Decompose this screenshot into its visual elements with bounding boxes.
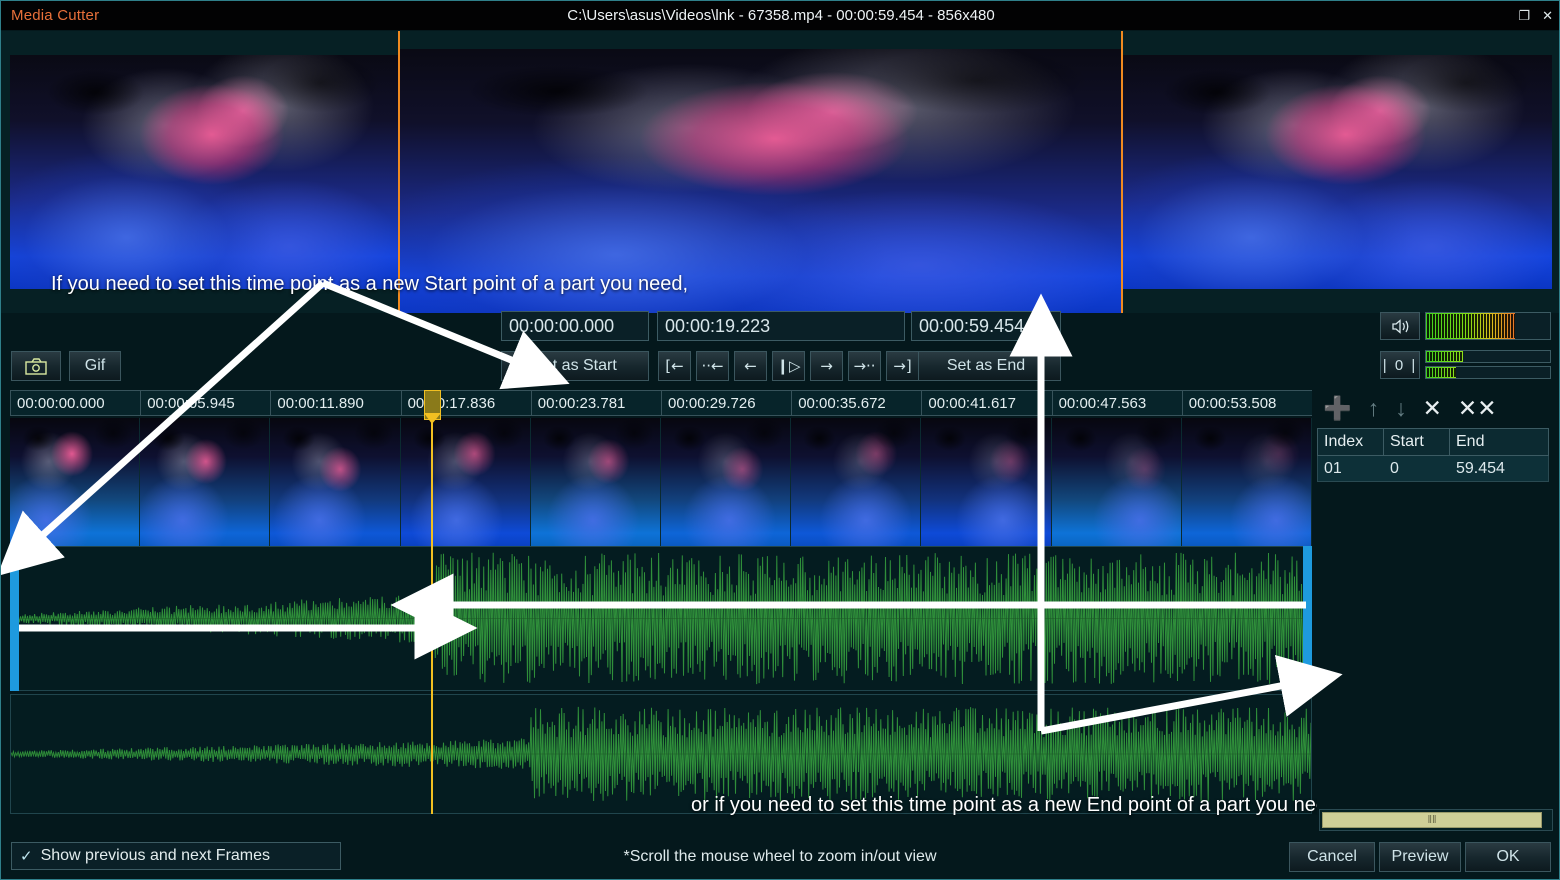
- gif-button[interactable]: Gif: [69, 351, 121, 381]
- step-back-button[interactable]: ←: [734, 351, 767, 381]
- cancel-button[interactable]: Cancel: [1289, 842, 1375, 872]
- volume-meter[interactable]: [1425, 312, 1551, 340]
- ruler-tick: 00:00:11.890: [270, 391, 400, 415]
- volume-icon-button[interactable]: [1380, 312, 1420, 340]
- ruler-tick: 00:00:35.672: [791, 391, 921, 415]
- segments-horizontal-scrollbar[interactable]: ‖‖: [1319, 809, 1553, 831]
- ruler-tick: 00:00:00.000: [10, 391, 140, 415]
- go-to-end-button[interactable]: →]: [886, 351, 919, 381]
- add-segment-icon[interactable]: ➕: [1323, 396, 1352, 420]
- maximize-icon[interactable]: ❐: [1518, 9, 1530, 22]
- table-body: 01 0 59.454: [1317, 456, 1549, 482]
- cell-index: 01: [1324, 459, 1342, 477]
- transport-controls: [← ··← ← ❙▷ → →·· →]: [658, 351, 919, 381]
- playhead-line: [430, 414, 433, 814]
- camera-icon: [25, 357, 47, 375]
- thumbnail-filmstrip[interactable]: [10, 418, 1313, 546]
- media-cutter-window: Media Cutter C:\Users\asus\Videos\lnk - …: [0, 0, 1560, 880]
- column-header-end[interactable]: End: [1450, 429, 1548, 455]
- step-forward-fast-button[interactable]: →··: [848, 351, 881, 381]
- ruler-tick: 00:00:53.508: [1181, 391, 1312, 415]
- filmstrip-thumbnail[interactable]: [1051, 418, 1182, 546]
- filmstrip-thumbnail[interactable]: [530, 418, 662, 546]
- segments-table: Index Start End 01 0 59.454: [1317, 428, 1549, 482]
- start-time-field[interactable]: 00:00:00.000: [501, 311, 649, 341]
- table-row[interactable]: 01 0 59.454: [1317, 456, 1549, 482]
- segments-panel: ➕ ↑ ↓ ✕ ✕✕ Index Start End 01 0 59.454: [1317, 390, 1555, 814]
- title-bar: Media Cutter C:\Users\asus\Videos\lnk - …: [1, 1, 1559, 30]
- step-forward-button[interactable]: →: [810, 351, 843, 381]
- move-down-icon: ↓: [1395, 394, 1407, 421]
- move-up-icon: ↑: [1367, 394, 1380, 421]
- selection-end-bracket[interactable]: [1303, 546, 1312, 691]
- preview-divider-right: [1121, 31, 1123, 313]
- filmstrip-thumbnail[interactable]: [10, 418, 141, 546]
- window-controls: ❐ ✕: [1518, 1, 1553, 30]
- playhead-tip-icon: [423, 413, 441, 424]
- timeline-ruler[interactable]: 00:00:00.000 00:00:05.945 00:00:11.890 00:0…: [10, 390, 1312, 416]
- play-pause-button[interactable]: ❙▷: [772, 351, 805, 381]
- set-as-end-button[interactable]: Set as End: [911, 351, 1061, 381]
- end-time-field[interactable]: 00:00:59.454: [911, 311, 1061, 341]
- filmstrip-thumbnail[interactable]: [661, 418, 792, 546]
- selection-start-bracket[interactable]: [10, 546, 19, 691]
- scrollbar-thumb[interactable]: ‖‖: [1322, 812, 1542, 828]
- filmstrip-thumbnail[interactable]: [791, 418, 922, 546]
- level-meter-right: [1425, 366, 1551, 379]
- filmstrip-thumbnail[interactable]: [140, 418, 271, 546]
- delete-all-icon[interactable]: ✕✕: [1458, 396, 1497, 420]
- current-time-field[interactable]: 00:00:19.223: [657, 311, 905, 341]
- ruler-tick: 00:00:47.563: [1051, 391, 1182, 415]
- ruler-tick: 00:00:29.726: [661, 391, 791, 415]
- ruler-tick: 00:00:41.617: [921, 391, 1051, 415]
- preview-divider-left: [398, 31, 400, 313]
- audio-waveform-upper[interactable]: [10, 546, 1312, 691]
- ok-button[interactable]: OK: [1465, 842, 1551, 872]
- preview-button[interactable]: Preview: [1379, 842, 1461, 872]
- cell-end: 59.454: [1456, 459, 1505, 477]
- document-title: C:\Users\asus\Videos\lnk - 67358.mp4 - 0…: [567, 7, 995, 24]
- filmstrip-thumbnail[interactable]: [1181, 418, 1313, 546]
- snapshot-button[interactable]: [11, 351, 61, 381]
- preview-next-frame[interactable]: [1122, 31, 1552, 313]
- go-to-start-button[interactable]: [←: [658, 351, 691, 381]
- filmstrip-thumbnail[interactable]: [921, 418, 1052, 546]
- column-header-start[interactable]: Start: [1384, 429, 1450, 455]
- step-back-fast-button[interactable]: ··←: [696, 351, 729, 381]
- delete-segment-icon[interactable]: ✕: [1423, 396, 1442, 420]
- preview-current-frame[interactable]: [399, 31, 1121, 313]
- ruler-tick: 00:00:05.945: [140, 391, 270, 415]
- column-header-index[interactable]: Index: [1318, 429, 1384, 455]
- preview-previous-frame[interactable]: [10, 31, 398, 313]
- speaker-icon: [1391, 318, 1408, 334]
- app-title: Media Cutter: [11, 7, 100, 24]
- segments-toolbar: ➕ ↑ ↓ ✕ ✕✕: [1317, 390, 1555, 426]
- filmstrip-thumbnail[interactable]: [400, 418, 531, 546]
- balance-icon-button[interactable]: | 0 |: [1380, 351, 1420, 379]
- filmstrip-thumbnail[interactable]: [270, 418, 401, 546]
- ruler-tick: 00:00:17.836: [400, 391, 531, 415]
- audio-waveform-lower[interactable]: [10, 694, 1312, 814]
- preview-row: [1, 31, 1559, 313]
- ruler-tick: 00:00:23.781: [530, 391, 661, 415]
- level-meter-left: [1425, 350, 1551, 363]
- cell-start: 0: [1390, 459, 1399, 477]
- table-header-row: Index Start End: [1317, 428, 1549, 456]
- set-as-start-button[interactable]: Set as Start: [501, 351, 649, 381]
- close-icon[interactable]: ✕: [1542, 9, 1553, 22]
